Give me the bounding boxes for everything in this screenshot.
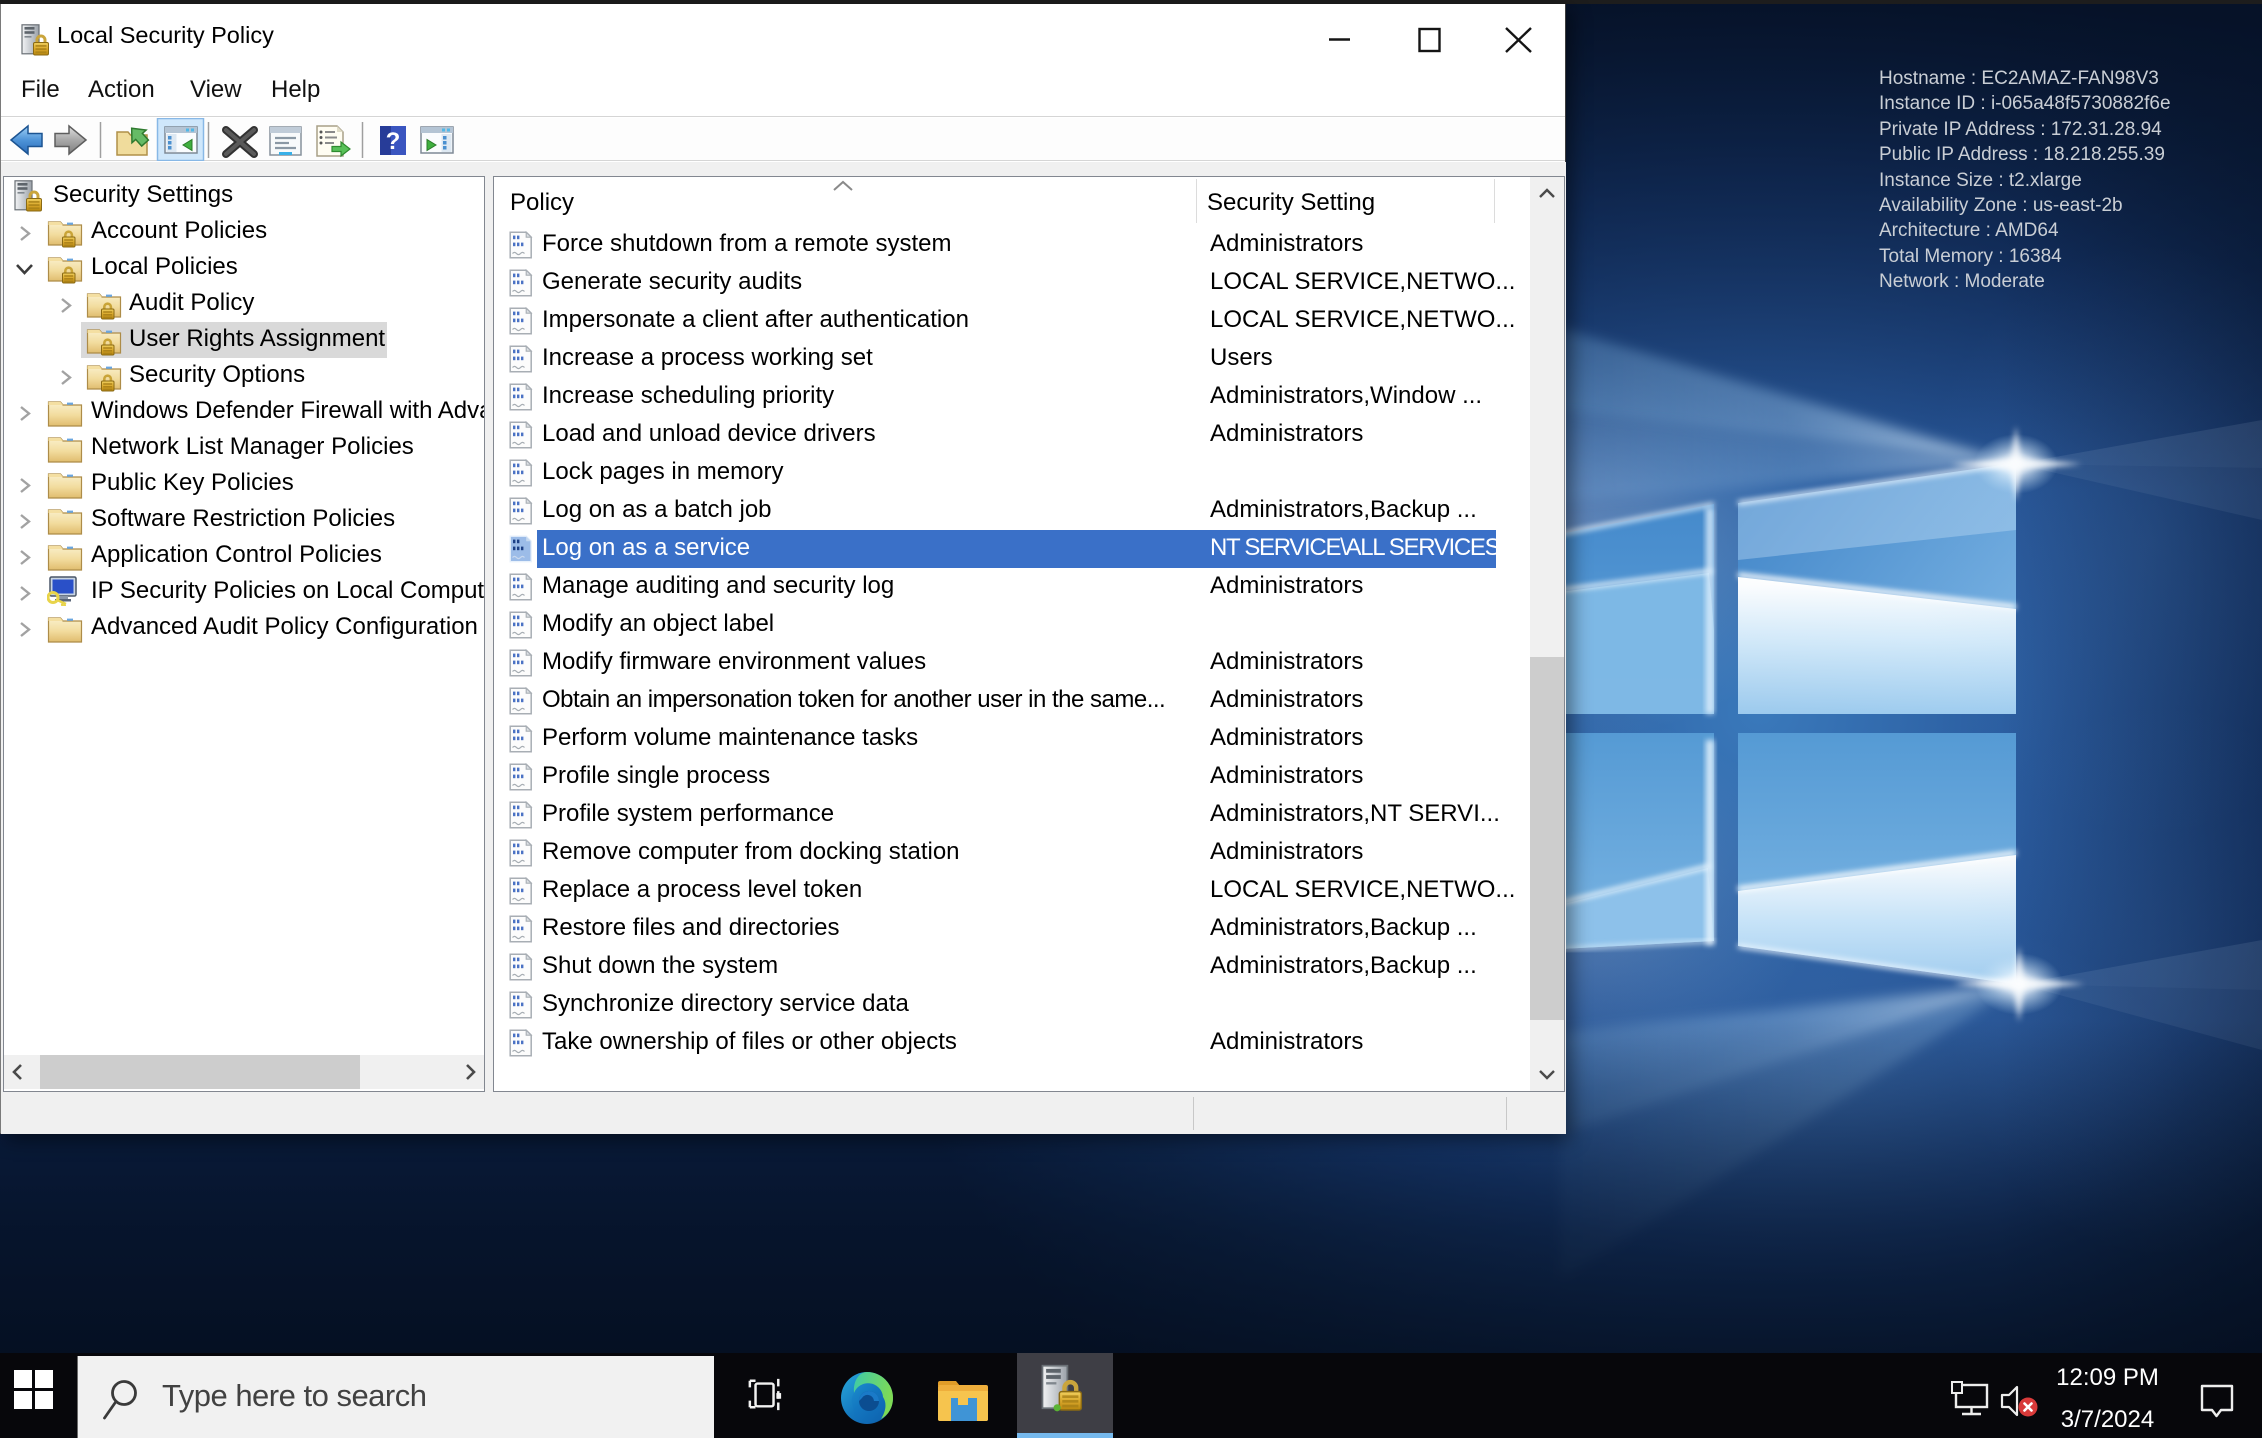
svg-text:?: ? bbox=[386, 128, 401, 155]
